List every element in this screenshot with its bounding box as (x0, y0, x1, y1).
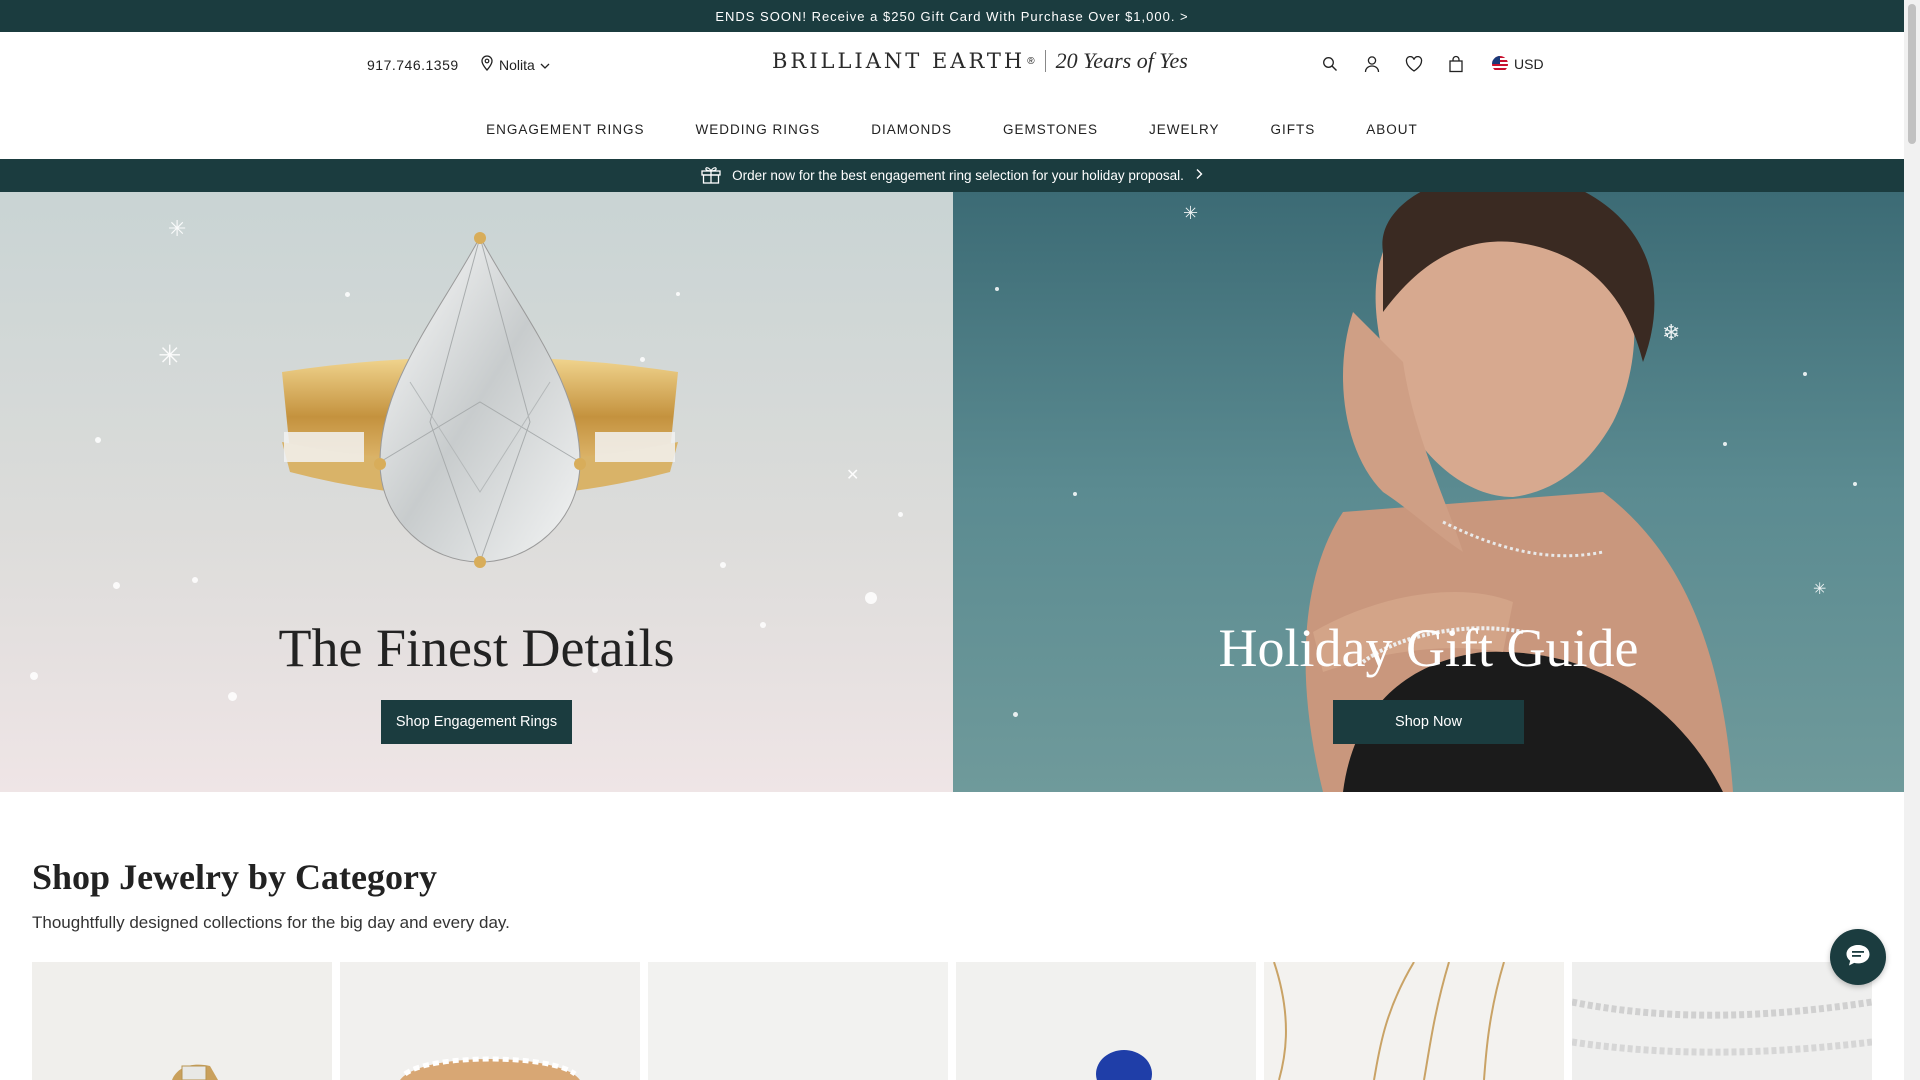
snowflake-dot (720, 562, 726, 568)
snowflake-dot (1073, 492, 1077, 496)
currency-selector[interactable]: USD (1492, 56, 1544, 72)
category-section-subtitle: Thoughtfully designed collections for th… (32, 913, 510, 932)
nav-item-gifts[interactable]: GIFTS (1271, 122, 1316, 143)
nav-item-engagement-rings[interactable]: ENGAGEMENT RINGS (486, 122, 644, 143)
page-scrollbar[interactable] (1904, 0, 1920, 1080)
wedding-band-image (340, 962, 640, 1080)
chevron-right-icon (1194, 168, 1204, 183)
scrollbar-thumb[interactable] (1908, 4, 1916, 144)
snowflake-dot (228, 692, 237, 701)
snowflake-dot (898, 512, 903, 517)
gold-necklace-image (1264, 962, 1564, 1080)
category-section-title: Shop Jewelry by Category (32, 857, 437, 897)
hero-left-title: The Finest Details (278, 618, 675, 678)
header-actions: USD (1320, 54, 1544, 74)
nav-item-diamonds[interactable]: DIAMONDS (871, 122, 952, 143)
snowflake-dot (95, 437, 101, 443)
snowflake-dot (995, 287, 999, 291)
hero-right-title: Holiday Gift Guide (1218, 618, 1639, 678)
diamond-product-image (648, 962, 948, 1080)
location-pin-icon (480, 55, 494, 74)
snowflake-dot (1013, 712, 1018, 717)
category-card-wedding-rings[interactable] (340, 962, 640, 1080)
chat-bubble-icon (1844, 942, 1872, 973)
logo-divider (1044, 50, 1046, 72)
nav-item-jewelry[interactable]: JEWELRY (1149, 122, 1220, 143)
page: ENDS SOON! Receive a $250 Gift Card With… (0, 0, 1920, 1080)
category-card-gemstones[interactable] (956, 962, 1256, 1080)
category-card-engagement-rings[interactable] (32, 962, 332, 1080)
tennis-bracelet-image (1572, 962, 1872, 1080)
promo-bar-text[interactable]: ENDS SOON! Receive a $250 Gift Card With… (715, 9, 1188, 24)
logo-trademark: ® (1027, 55, 1035, 67)
wishlist-heart-icon[interactable] (1404, 54, 1424, 74)
snowflake-dot (865, 592, 877, 604)
pear-diamond-ring-image (282, 232, 678, 568)
currency-label: USD (1514, 56, 1544, 72)
holiday-proposal-banner[interactable]: Order now for the best engagement ring s… (0, 159, 1904, 192)
phone-number[interactable]: 917.746.1359 (367, 57, 459, 73)
ring-product-image (32, 962, 332, 1080)
category-card-necklaces[interactable] (1264, 962, 1564, 1080)
logo-brand-text: BRILLIANT EARTH (772, 49, 1026, 73)
gift-icon (700, 164, 722, 187)
brand-logo[interactable]: BRILLIANT EARTH ® 20 Years of Yes (772, 48, 1188, 74)
site-header: 917.746.1359 Nolita BRILLIANT EARTH ® 20… (0, 32, 1904, 159)
category-card-bracelets[interactable] (1572, 962, 1872, 1080)
category-card-diamonds[interactable] (648, 962, 948, 1080)
nav-item-gemstones[interactable]: GEMSTONES (1003, 122, 1098, 143)
us-flag-icon (1492, 56, 1508, 72)
snowflake-dot (1853, 482, 1857, 486)
snowflake-star-icon: ✳ (158, 340, 182, 371)
category-carousel (32, 962, 1872, 1080)
main-navigation: ENGAGEMENT RINGS WEDDING RINGS DIAMONDS … (0, 122, 1904, 143)
shopping-bag-icon[interactable] (1446, 54, 1466, 74)
snowflake-dot (113, 582, 120, 589)
sapphire-ring-image (956, 962, 1256, 1080)
shop-engagement-rings-button[interactable]: Shop Engagement Rings (381, 700, 572, 744)
hero-engagement-panel: ✳ ✳ ✕ The Finest Details Shop Engagement… (0, 192, 953, 792)
location-label: Nolita (499, 56, 535, 73)
account-icon[interactable] (1362, 54, 1382, 74)
hero-gift-guide-panel: ✳ ✳ ❄ ❄ ✳ Holiday Gift Guide Shop Now (953, 192, 1904, 792)
snowflake-star-icon: ✕ (846, 467, 860, 484)
store-location-selector[interactable]: Nolita (480, 55, 550, 74)
promo-bar[interactable]: ENDS SOON! Receive a $250 Gift Card With… (0, 0, 1904, 32)
search-icon[interactable] (1320, 54, 1340, 74)
shop-now-button[interactable]: Shop Now (1333, 700, 1524, 744)
logo-tagline: 20 Years of Yes (1055, 48, 1188, 73)
holiday-banner-text: Order now for the best engagement ring s… (732, 168, 1184, 183)
chevron-down-icon (540, 57, 550, 73)
nav-item-about[interactable]: ABOUT (1366, 122, 1418, 143)
snowflake-star-icon: ✳ (168, 216, 187, 241)
nav-item-wedding-rings[interactable]: WEDDING RINGS (695, 122, 820, 143)
chat-button[interactable] (1830, 929, 1886, 985)
snowflake-dot (192, 577, 198, 583)
